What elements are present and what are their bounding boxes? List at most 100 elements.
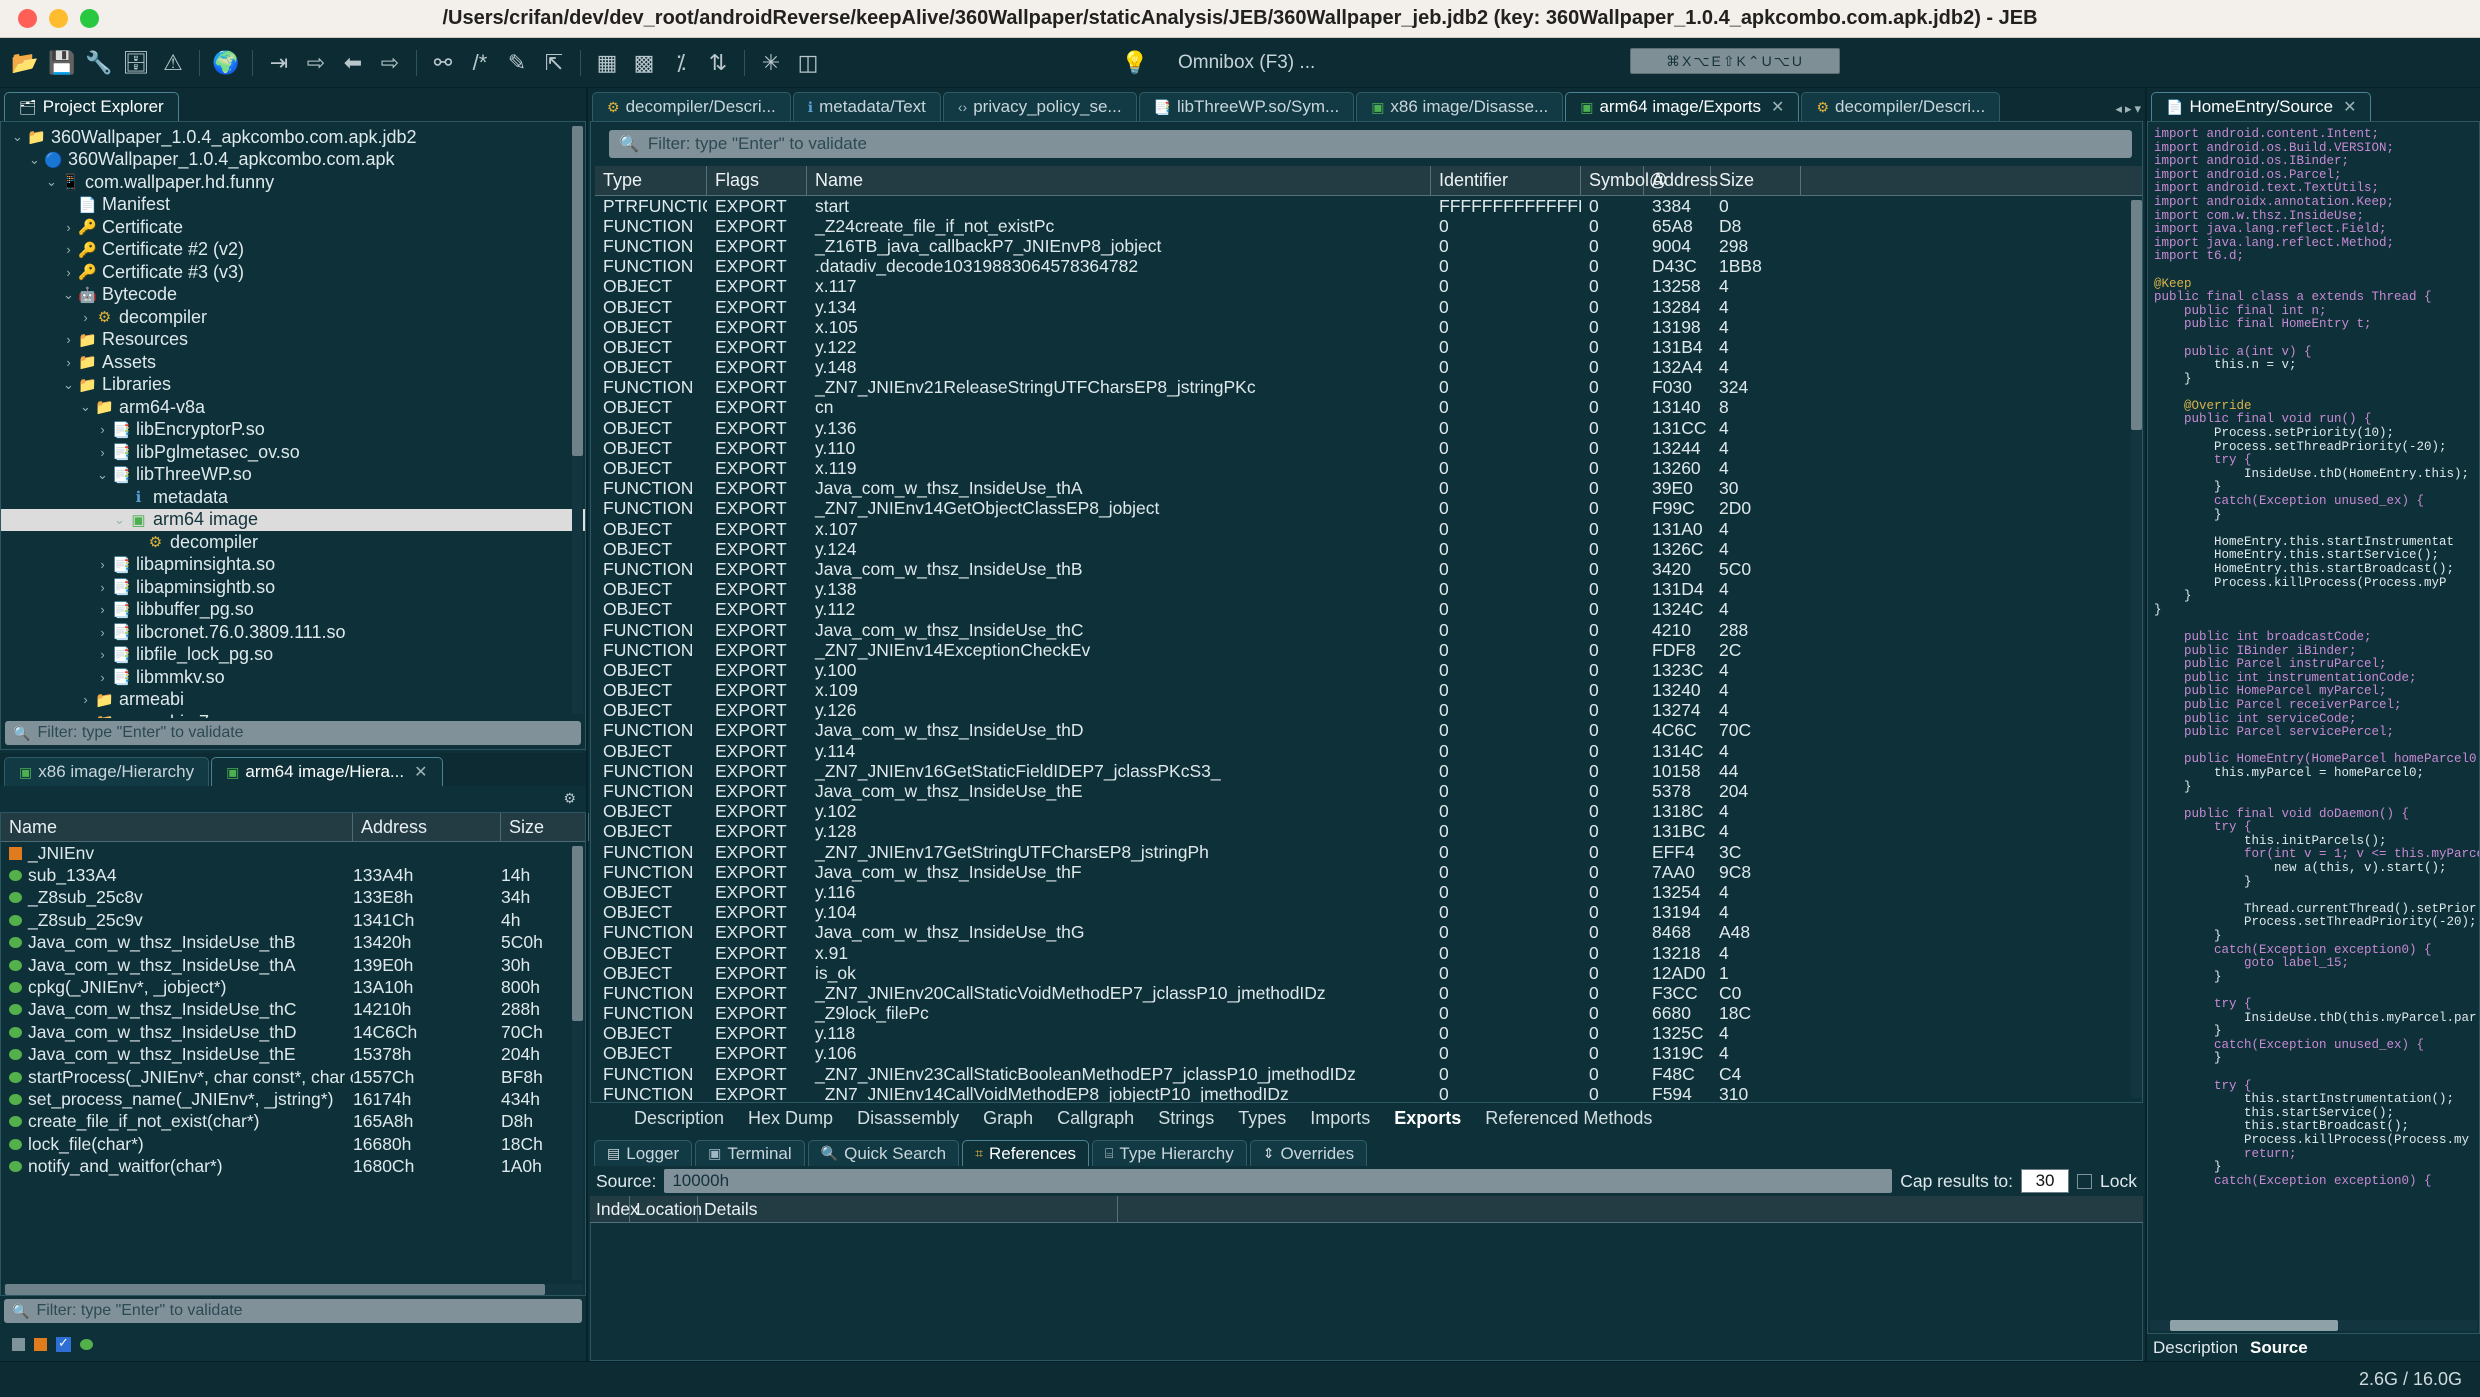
editor-tab-1[interactable]: ℹ metadata/Text — [792, 92, 941, 121]
exports-row[interactable]: FUNCTION EXPORT _Z16TB_java_callbackP7_JNI… — [595, 236, 2142, 256]
hierarchy-row[interactable]: Java_com_w_thsz_InsideUse_thD 14C6Ch 70Ch — [1, 1021, 585, 1043]
exports-row[interactable]: OBJECT EXPORT y.148 0 0 132A4 4 — [595, 357, 2142, 378]
editor-tab-4[interactable]: ▣ x86 image/Disasse... — [1356, 92, 1564, 121]
chevron-down-icon[interactable]: ⌄ — [9, 129, 26, 145]
column-header-flags[interactable]: Flags — [707, 166, 807, 195]
wrench-icon[interactable]: 🔧 — [82, 46, 116, 80]
tree-item-360wallpaper-1-0-4-apkcombo-com-apk[interactable]: ⌄ 🔵 360Wallpaper_1.0.4_apkcombo.com.apk — [1, 149, 585, 172]
forward-arrow-icon[interactable]: ⇨ — [373, 46, 407, 80]
column-header-identifier[interactable]: Identifier — [1431, 166, 1581, 195]
doc-tab-hex-dump[interactable]: Hex Dump — [736, 1108, 845, 1129]
exports-row[interactable]: OBJECT EXPORT y.138 0 0 131D4 4 — [595, 579, 2142, 600]
tree-item-libpglmetasec-ov-so[interactable]: › 📑 libPglmetasec_ov.so — [1, 441, 585, 464]
source-code-text[interactable]: import android.content.Intent; import and… — [2148, 122, 2479, 1318]
editor-tab-5[interactable]: ▣ arm64 image/Exports ✕ — [1565, 92, 1800, 121]
chevron-right-icon[interactable]: › — [60, 220, 77, 235]
open-folder-icon[interactable]: 📂 — [8, 46, 42, 80]
doc-tab-strings[interactable]: Strings — [1146, 1108, 1226, 1129]
exports-row[interactable]: FUNCTION EXPORT Java_com_w_thsz_InsideUse_… — [595, 620, 2142, 640]
hierarchy-horizontal-scrollbar[interactable] — [3, 1284, 583, 1295]
green-circle-icon[interactable] — [80, 1338, 93, 1350]
chevron-right-icon[interactable]: › — [94, 557, 111, 572]
close-icon[interactable]: ✕ — [414, 762, 427, 782]
exports-row[interactable]: OBJECT EXPORT x.107 0 0 131A0 4 — [595, 519, 2142, 539]
doc-tab-exports[interactable]: Exports — [1382, 1108, 1473, 1129]
exports-vertical-scrollbar[interactable] — [2131, 200, 2142, 1098]
tree-item-libapminsighta-so[interactable]: › 📑 libapminsighta.so — [1, 554, 585, 577]
chevron-right-icon[interactable]: › — [60, 332, 77, 347]
tree-item-libmmkv-so[interactable]: › 📑 libmmkv.so — [1, 666, 585, 689]
chevron-left-icon[interactable]: ◂ — [2115, 101, 2122, 117]
save-icon[interactable]: 💾 — [45, 46, 79, 80]
exports-row[interactable]: OBJECT EXPORT y.106 0 0 1319C 4 — [595, 1043, 2142, 1064]
tree-vertical-scrollbar[interactable] — [572, 126, 583, 714]
exports-row[interactable]: FUNCTION EXPORT Java_com_w_thsz_InsideUse_… — [595, 559, 2142, 579]
project-tree[interactable]: ⌄ 📁 360Wallpaper_1.0.4_apkcombo.com.apk.jd… — [1, 122, 585, 718]
tree-item-bytecode[interactable]: ⌄ 🤖 Bytecode — [1, 284, 585, 307]
exports-row[interactable]: OBJECT EXPORT x.117 0 0 13258 4 — [595, 276, 2142, 297]
chevron-right-icon[interactable]: › — [94, 580, 111, 595]
exports-row[interactable]: OBJECT EXPORT y.112 0 0 1324C 4 — [595, 599, 2142, 620]
column-header-index[interactable]: Index — [590, 1196, 639, 1222]
doc-tab-graph[interactable]: Graph — [971, 1108, 1045, 1129]
grid-icon[interactable]: ▦ — [590, 46, 624, 80]
bottom-tab-type-hierarchy[interactable]: ⌸ Type Hierarchy — [1091, 1140, 1247, 1166]
tree-item-decompiler[interactable]: ·⚙ decompiler — [1, 531, 585, 554]
exports-row[interactable]: OBJECT EXPORT y.102 0 0 1318C 4 — [595, 801, 2142, 822]
package-icon[interactable]: 🗄 — [119, 46, 153, 80]
source-view-tab-description[interactable]: Description — [2153, 1338, 2238, 1358]
exports-row[interactable]: FUNCTION EXPORT .datadiv_decode10319883064… — [595, 256, 2142, 277]
exports-row[interactable]: OBJECT EXPORT y.124 0 0 1326C 4 — [595, 539, 2142, 559]
exports-row[interactable]: OBJECT EXPORT x.105 0 0 13198 4 — [595, 317, 2142, 337]
orange-square-icon[interactable] — [34, 1337, 47, 1351]
chevron-right-icon[interactable]: › — [94, 422, 111, 437]
tree-item-certificate[interactable]: › 🔑 Certificate — [1, 216, 585, 239]
exports-filter-bar[interactable]: 🔍 Filter: type "Enter" to validate — [609, 130, 2132, 158]
hierarchy-filter-input[interactable]: Filter: type "Enter" to validate — [36, 1302, 242, 1320]
editor-tab-6[interactable]: ⚙ decompiler/Descri... — [1801, 92, 2001, 121]
chevron-down-icon[interactable]: ⌄ — [111, 512, 128, 528]
omnibox-shortcut-display[interactable]: ⌘X⌥E⇧K⌃U⌥U — [1630, 48, 1840, 74]
tab-homeentry-source[interactable]: 📄 HomeEntry/Source ✕ — [2151, 92, 2372, 121]
tree-item-libfile-lock-pg-so[interactable]: › 📑 libfile_lock_pg.so — [1, 644, 585, 667]
sort-icon[interactable]: ⇅ — [701, 46, 735, 80]
references-table-body[interactable] — [590, 1223, 2143, 1361]
exports-filter-input[interactable]: Filter: type "Enter" to validate — [648, 134, 867, 154]
tree-item-libencryptorp-so[interactable]: › 📑 libEncryptorP.so — [1, 419, 585, 442]
tree-item-armeabi-v7a[interactable]: ›📁 armeabi-v7a — [1, 711, 585, 718]
chevron-down-icon[interactable]: ⌄ — [94, 467, 111, 483]
lock-checkbox[interactable] — [2077, 1173, 2093, 1189]
tree-item-resources[interactable]: › 📁 Resources — [1, 329, 585, 352]
bottom-tab-terminal[interactable]: ▣ Terminal — [695, 1140, 805, 1166]
exports-row[interactable]: FUNCTION EXPORT _ZN7_JNIEnv16GetStaticFiel… — [595, 761, 2142, 781]
hierarchy-row[interactable]: sub_133A4 133A4h 14h — [1, 864, 585, 886]
column-header-size[interactable]: Size — [501, 813, 589, 841]
cluster-icon[interactable]: ▩ — [627, 46, 661, 80]
chevron-right-icon[interactable]: › — [60, 242, 77, 257]
tabbar-overflow-controls[interactable]: ◂ ▸ ▾ — [2115, 101, 2141, 117]
pencil-icon[interactable]: ✎ — [500, 46, 534, 80]
hierarchy-row[interactable]: Java_com_w_thsz_InsideUse_thA 139E0h 30h — [1, 954, 585, 976]
column-header-name[interactable]: Name — [1, 813, 353, 841]
close-icon[interactable]: ✕ — [1771, 97, 1784, 117]
exports-row[interactable]: FUNCTION EXPORT Java_com_w_thsz_InsideUse_… — [595, 862, 2142, 882]
exports-row[interactable]: FUNCTION EXPORT _ZN7_JNIEnv14CallVoidMetho… — [595, 1084, 2142, 1102]
show-all-checkbox[interactable] — [56, 1335, 71, 1352]
exports-row[interactable]: FUNCTION EXPORT _Z9lock_filePc 0 0 6680 18C — [595, 1003, 2142, 1024]
exports-row[interactable]: FUNCTION EXPORT _ZN7_JNIEnv14GetObjectClas… — [595, 498, 2142, 519]
tree-item-libcronet-76-0-3809-111-so[interactable]: › 📑 libcronet.76.0.3809.111.so — [1, 621, 585, 644]
tree-item-armeabi[interactable]: › 📁 armeabi — [1, 689, 585, 712]
exports-row[interactable]: OBJECT EXPORT y.114 0 0 1314C 4 — [595, 741, 2142, 761]
column-header-location[interactable]: Location — [630, 1196, 702, 1222]
chevron-down-icon[interactable]: ⌄ — [26, 152, 43, 168]
tree-item-libraries[interactable]: ⌄ 📁 Libraries — [1, 374, 585, 397]
tree-item-assets[interactable]: › 📁 Assets — [1, 351, 585, 374]
exports-row[interactable]: FUNCTION EXPORT Java_com_w_thsz_InsideUse_… — [595, 478, 2142, 499]
panels-icon[interactable]: ◫ — [791, 46, 825, 80]
tree-item-metadata[interactable]: · ℹ metadata — [1, 486, 585, 509]
tree-item-certificate-3-v3[interactable]: › 🔑 Certificate #3 (v3) — [1, 261, 585, 284]
hierarchy-row[interactable]: Java_com_w_thsz_InsideUse_thB 13420h 5C0h — [1, 932, 585, 954]
comment-icon[interactable]: /* — [463, 46, 497, 80]
tree-item-libapminsightb-so[interactable]: › 📑 libapminsightb.so — [1, 576, 585, 599]
exports-row[interactable]: OBJECT EXPORT y.104 0 0 13194 4 — [595, 902, 2142, 923]
